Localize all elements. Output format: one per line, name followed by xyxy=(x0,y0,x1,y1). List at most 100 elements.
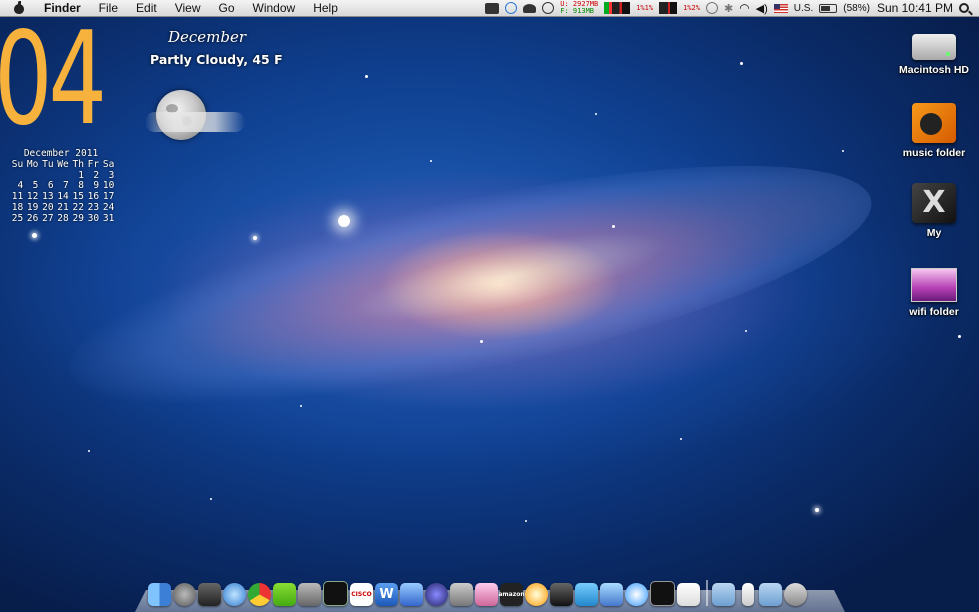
wifi-icon[interactable]: ◠ xyxy=(739,1,749,15)
input-source-text[interactable]: U.S. xyxy=(794,3,813,14)
xcode-dock-icon[interactable] xyxy=(400,583,423,606)
star xyxy=(680,438,682,440)
chrome-dock-icon[interactable] xyxy=(248,583,271,606)
twitter-dock-icon[interactable] xyxy=(575,583,598,606)
star xyxy=(745,330,747,332)
launchpad-dock-icon[interactable] xyxy=(173,583,196,606)
star xyxy=(842,150,844,152)
activity-monitor-dock-icon[interactable] xyxy=(323,581,348,606)
menu-bar: Finder File Edit View Go Window Help U: … xyxy=(0,0,979,17)
desktop[interactable]: Finder File Edit View Go Window Help U: … xyxy=(0,0,979,612)
us-flag-icon[interactable] xyxy=(773,3,788,13)
cpu-1-b-text: 1% xyxy=(644,3,654,12)
star xyxy=(740,62,743,65)
menu-view[interactable]: View xyxy=(166,0,210,16)
x-folder-icon xyxy=(912,183,956,223)
word-dock-icon[interactable]: W xyxy=(375,583,398,606)
dock-separator xyxy=(706,580,708,606)
bluetooth-icon[interactable]: ✱ xyxy=(724,2,733,15)
star xyxy=(612,225,615,228)
finder-dock-icon[interactable] xyxy=(148,583,171,606)
wifi-folder-icon xyxy=(911,268,957,302)
star xyxy=(210,498,212,500)
calendar-day: 26 xyxy=(26,212,39,224)
amazon-label: amazon xyxy=(498,591,525,598)
cpu-2-b-text: 2% xyxy=(691,3,700,12)
dashboard-dock-icon[interactable] xyxy=(198,583,221,606)
desktop-icon-label: music folder xyxy=(902,147,966,159)
instruments-dock-icon[interactable] xyxy=(450,583,473,606)
battery-icon[interactable] xyxy=(819,3,838,13)
star xyxy=(480,340,483,343)
cpu-monitor-2[interactable]: 1% 2% xyxy=(683,3,700,12)
safari-dock-icon[interactable] xyxy=(625,583,648,606)
weekday-label: Tu xyxy=(42,158,54,170)
sync-status-icon[interactable] xyxy=(542,2,555,14)
desktop-icon-wifi-folder[interactable]: wifi folder xyxy=(894,262,974,318)
weekday-label: Fr xyxy=(87,158,100,170)
cpu-graph-icon-2[interactable] xyxy=(659,2,678,14)
star xyxy=(32,233,37,238)
star xyxy=(300,405,302,407)
music-folder-icon xyxy=(912,103,956,143)
memory-monitor[interactable]: U: 2927MB F: 913MB xyxy=(560,1,598,15)
star xyxy=(338,215,350,227)
memory-free-text: F: 913MB xyxy=(560,7,594,15)
battery-percent-text[interactable]: (58%) xyxy=(843,3,870,14)
desktop-icon-label: wifi folder xyxy=(909,306,959,318)
usb-drive-dock-icon[interactable] xyxy=(742,583,754,606)
android-dock-icon[interactable] xyxy=(273,583,296,606)
calendar-day: 25 xyxy=(11,212,24,224)
calendar-day: 31 xyxy=(102,212,115,224)
preview-dock-icon[interactable] xyxy=(475,583,498,606)
weekday-label: Sa xyxy=(102,158,115,170)
airplay-dock-icon[interactable] xyxy=(525,583,548,606)
applications-folder-dock-icon[interactable] xyxy=(712,583,735,606)
cpu-1-a-text: 1% xyxy=(636,3,645,12)
calendar-widget: December 2011 Su Mo Tu We Th Fr Sa 1 2 3 xyxy=(8,148,115,225)
amazon-mp3-dock-icon[interactable]: amazon xyxy=(498,583,525,606)
cpu-graph-icon[interactable] xyxy=(604,2,631,14)
star xyxy=(365,75,368,78)
weekday-label: Su xyxy=(11,158,24,170)
cisco-dock-icon[interactable]: CISCO xyxy=(350,583,373,606)
dropbox-status-icon[interactable] xyxy=(505,2,518,14)
calendar-day: 28 xyxy=(57,212,69,224)
itunes-dock-icon[interactable] xyxy=(223,583,246,606)
desktop-icon-macintosh-hd[interactable]: Macintosh HD xyxy=(894,24,974,76)
volume-icon[interactable]: ◀) xyxy=(756,2,768,15)
xcode-tools-dock-icon[interactable] xyxy=(600,583,623,606)
cpu-monitor-1[interactable]: 1% 1% xyxy=(636,3,654,12)
menu-go[interactable]: Go xyxy=(210,0,244,16)
cisco-label: CISCO xyxy=(351,591,372,598)
terminal-status-icon[interactable] xyxy=(485,2,500,14)
bowler-hat-icon[interactable] xyxy=(523,3,537,13)
photo-booth-dock-icon[interactable] xyxy=(298,583,321,606)
calendar-week-row: 25 26 27 28 29 30 31 xyxy=(8,212,115,225)
galaxy-wallpaper xyxy=(51,116,889,454)
spotlight-search-icon[interactable] xyxy=(959,3,969,13)
weather-month-label: December xyxy=(168,28,247,46)
calendar-day: 30 xyxy=(87,212,100,224)
desktop-icon-my[interactable]: My xyxy=(894,183,974,239)
menu-window[interactable]: Window xyxy=(244,0,305,16)
time-machine-icon[interactable] xyxy=(705,2,718,14)
alfred-dock-icon[interactable] xyxy=(550,583,573,606)
trash-dock-icon[interactable] xyxy=(784,583,807,606)
weekday-label: Th xyxy=(72,158,84,170)
cpu-2-a-text: 1% xyxy=(683,3,692,12)
menu-help[interactable]: Help xyxy=(304,0,347,16)
desktop-icon-music-folder[interactable]: music folder xyxy=(894,103,974,159)
calendar-day: 27 xyxy=(42,212,54,224)
clock-text[interactable]: Sun 10:41 PM xyxy=(877,1,953,15)
weekday-label: Mo xyxy=(26,158,39,170)
eclipse-dock-icon[interactable] xyxy=(425,583,448,606)
downloads-folder-dock-icon[interactable] xyxy=(759,583,782,606)
menu-edit[interactable]: Edit xyxy=(127,0,166,16)
cloud-icon xyxy=(145,112,245,132)
terminal-dock-icon[interactable] xyxy=(650,581,675,606)
weather-condition-label: Partly Cloudy, 45 F xyxy=(150,52,283,67)
textedit-dock-icon[interactable] xyxy=(677,583,700,606)
star xyxy=(595,113,597,115)
star xyxy=(430,160,432,162)
